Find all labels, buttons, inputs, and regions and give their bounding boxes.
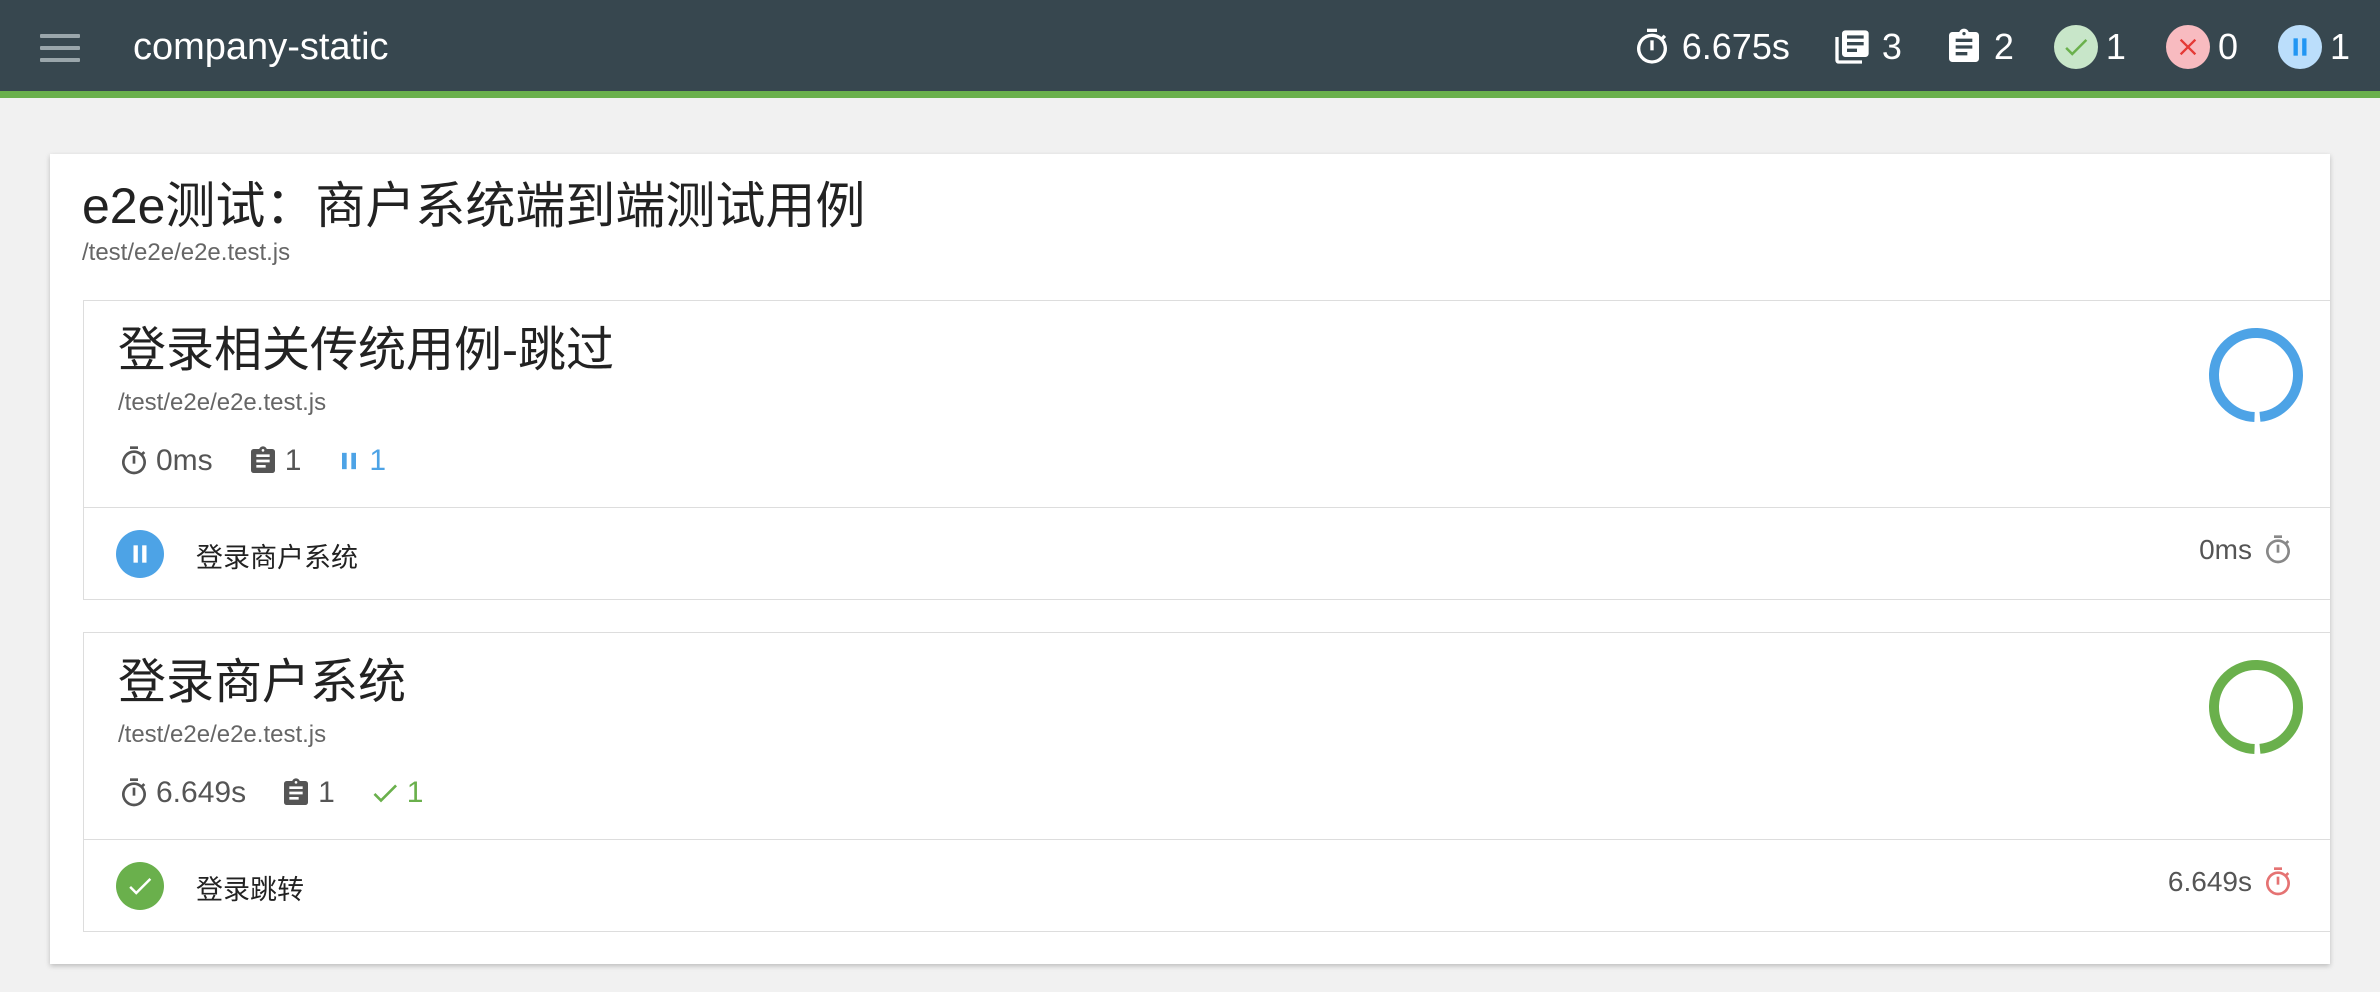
stat-tests[interactable]: 2 xyxy=(1942,25,2014,69)
check-icon xyxy=(2053,25,2098,69)
stat-suites-value: 3 xyxy=(1881,26,1902,67)
top-navbar: company-static 6.675s 3 2 1 0 1 xyxy=(0,0,2380,98)
clipboard-icon xyxy=(250,446,275,473)
block-tests: 1 xyxy=(280,776,335,810)
test-duration-value: 0ms xyxy=(2199,534,2252,565)
stat-duration-value: 6.675s xyxy=(1681,26,1790,67)
block-stats: 0ms 1 1 xyxy=(118,441,420,481)
stopwatch-icon xyxy=(121,446,146,475)
library-books-icon xyxy=(1830,25,1874,69)
block-path: /test/e2e/e2e.test.js xyxy=(118,389,327,416)
clipboard-icon xyxy=(1942,25,1986,69)
stat-suites[interactable]: 3 xyxy=(1830,25,1902,69)
block-tests-value: 1 xyxy=(284,444,302,477)
check-icon xyxy=(116,862,164,910)
failed-badge xyxy=(2165,25,2210,69)
stat-tests-value: 2 xyxy=(1993,26,2014,67)
pending-badge xyxy=(2277,25,2322,69)
test-duration: 6.649s xyxy=(2168,866,2294,898)
block-duration-value: 6.649s xyxy=(156,776,247,809)
test-row[interactable]: 登录跳转 6.649s xyxy=(84,839,2330,931)
block-pending-value: 1 xyxy=(369,444,387,477)
stat-failed-value: 0 xyxy=(2217,26,2238,67)
stat-passed-value: 1 xyxy=(2105,26,2126,67)
pending-donut-chart xyxy=(2209,328,2304,422)
close-icon xyxy=(2165,25,2210,69)
suite-title: e2e测试：商户系统端到端测试用例 xyxy=(82,178,866,234)
suite-card: e2e测试：商户系统端到端测试用例 /test/e2e/e2e.test.js … xyxy=(50,154,2330,964)
stopwatch-icon xyxy=(1630,25,1674,69)
test-name: 登录跳转 xyxy=(196,875,304,905)
test-duration: 0ms xyxy=(2199,534,2294,566)
summary-stats: 6.675s 3 2 1 0 1 xyxy=(1590,22,2350,72)
check-icon xyxy=(373,784,397,803)
block-stats: 6.649s 1 1 xyxy=(118,773,457,813)
stat-pending[interactable]: 1 xyxy=(2277,25,2350,69)
block-tests: 1 xyxy=(247,444,302,478)
pause-icon xyxy=(342,452,357,470)
block-duration: 6.649s xyxy=(118,776,246,810)
test-name: 登录商户系统 xyxy=(196,543,358,573)
stat-passed[interactable]: 1 xyxy=(2053,25,2126,69)
stopwatch-icon xyxy=(2265,867,2290,896)
passed-badge xyxy=(2053,25,2098,69)
menu-icon[interactable] xyxy=(40,34,80,64)
block-duration: 0ms xyxy=(118,444,213,478)
stat-duration[interactable]: 6.675s xyxy=(1630,25,1790,69)
block-passed-value: 1 xyxy=(406,776,424,809)
block-tests-value: 1 xyxy=(318,776,335,809)
stat-failed[interactable]: 0 xyxy=(2165,25,2238,69)
block-title: 登录相关传统用例-跳过 xyxy=(118,324,614,377)
stat-pending-value: 1 xyxy=(2329,26,2350,67)
test-row[interactable]: 登录商户系统 0ms xyxy=(84,507,2330,599)
pause-icon xyxy=(2277,25,2322,69)
passed-donut-chart xyxy=(2209,660,2304,754)
test-suite-block: 登录相关传统用例-跳过 /test/e2e/e2e.test.js 0ms 1 … xyxy=(83,300,2330,600)
pause-icon xyxy=(116,530,164,578)
block-title: 登录商户系统 xyxy=(118,656,407,709)
stopwatch-icon xyxy=(121,778,146,807)
block-duration-value: 0ms xyxy=(156,444,213,477)
stopwatch-icon xyxy=(2265,535,2290,564)
suite-path: /test/e2e/e2e.test.js xyxy=(82,239,291,266)
test-suite-block: 登录商户系统 /test/e2e/e2e.test.js 6.649s 1 1 … xyxy=(83,632,2330,932)
block-pending-count: 1 xyxy=(335,444,386,478)
block-path: /test/e2e/e2e.test.js xyxy=(118,721,327,748)
clipboard-icon xyxy=(284,778,309,805)
app-title: company-static xyxy=(133,26,389,68)
test-duration-value: 6.649s xyxy=(2167,866,2252,897)
block-passed-count: 1 xyxy=(369,776,424,810)
